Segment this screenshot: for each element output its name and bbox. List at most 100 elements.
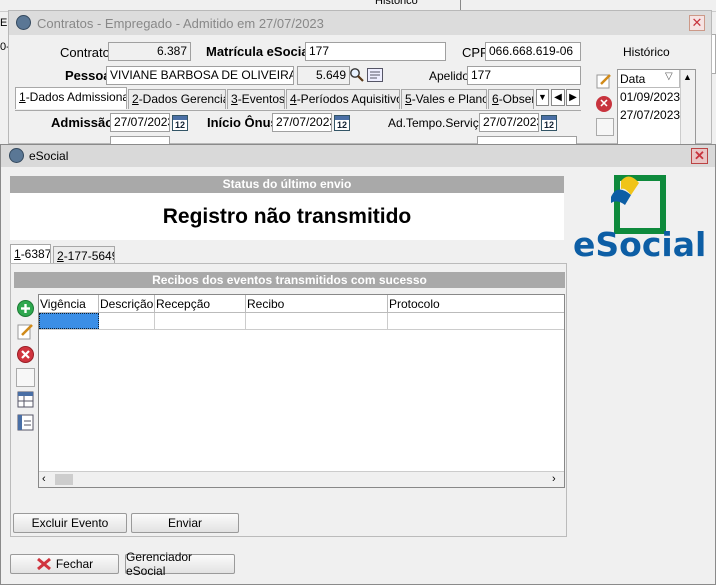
grid-cell[interactable] [99,313,155,329]
form-view-icon[interactable] [16,413,35,432]
tab-eventos[interactable]: 3-Eventos [227,89,285,109]
admissao-field[interactable]: 27/07/2023 [110,113,170,132]
apelido-field[interactable]: 177 [467,66,581,85]
ad-tempo-calendar-icon[interactable]: 12 [541,115,557,131]
excluir-evento-button[interactable]: Excluir Evento [13,513,127,533]
status-panel: Status do último envio Registro não tran… [10,176,564,240]
grid-view-icon[interactable] [16,390,35,409]
history-edit-icon[interactable] [595,72,613,90]
tab-label: -177-5649 [63,249,115,263]
search-icon[interactable] [349,67,365,83]
status-header: Status do último envio [10,176,564,193]
gerenciador-esocial-button[interactable]: Gerenciador eSocial [125,550,235,578]
tab-dados-admissionais[interactable]: 1-Dados Admissionais [15,87,127,109]
grid-horizontal-scrollbar[interactable]: ‹ › [39,471,564,487]
esocial-window: eSocial ✕ Status do último envio Registr… [0,144,716,585]
scroll-thumb[interactable] [55,474,73,485]
status-text: Registro não transmitido [162,205,412,228]
tab-scroll-right-icon[interactable]: ▶ [566,89,580,106]
column-header-vigencia[interactable]: Vigência [39,295,99,313]
scroll-right-icon[interactable]: › [552,473,556,485]
tab-label: -Períodos Aquisitivos [296,92,400,106]
cpf-field[interactable]: 066.668.619-06 [485,42,581,61]
tab-contrato-6387[interactable]: 1-6387 [10,244,51,264]
tab-label: -Dados Admissionais [25,90,127,104]
matricula-field[interactable]: 177 [305,42,446,61]
card-icon[interactable] [367,68,383,82]
pessoa-code-field[interactable]: 5.649 [297,66,350,85]
history-delete-icon[interactable]: ✕ [596,96,612,112]
contract-close-icon[interactable]: ✕ [689,15,705,31]
history-blank-button[interactable] [596,118,614,136]
inicio-onus-calendar-icon[interactable]: 12 [334,115,350,131]
tab-label: -6387 [20,247,51,261]
contract-window: Contratos - Empregado - Admitido em 27/0… [8,10,712,149]
tab-label: -Eventos [237,92,285,106]
contract-tab-strip: 1-Dados Admissionais 2-Dados Gerenciais … [15,87,581,111]
tab-matricula-177-5649[interactable]: 2-177-5649 [53,246,115,264]
close-x-icon [36,557,51,571]
fechar-label: Fechar [55,557,94,571]
app-logo-icon [16,15,31,30]
admissao-label: Admissão [51,115,114,130]
column-header-recepcao[interactable]: Recepção [155,295,246,313]
tab-dados-gerenciais[interactable]: 2-Dados Gerenciais [128,89,226,109]
tab-key: 3 [231,92,238,106]
edit-record-icon[interactable] [16,322,35,341]
add-record-icon[interactable] [16,299,35,318]
tab-key: 4 [290,92,297,106]
history-row[interactable]: 01/09/2023 [620,90,680,106]
pessoa-field[interactable]: VIVIANE BARBOSA DE OLIVEIRA [106,66,294,85]
receipts-grid[interactable]: Vigência Descrição Recepção Recibo Proto… [38,294,565,488]
delete-record-icon[interactable] [16,345,35,364]
enviar-button[interactable]: Enviar [131,513,239,533]
contract-window-title: Contratos - Empregado - Admitido em 27/0… [37,16,324,31]
contract-window-titlebar[interactable]: Contratos - Empregado - Admitido em 27/0… [9,11,711,35]
grid-cell[interactable] [246,313,388,329]
esocial-tab-strip: 1-6387 2-177-5649 [10,244,568,264]
column-header-recibo[interactable]: Recibo [246,295,388,313]
ad-tempo-field[interactable]: 27/07/2023 [479,113,539,132]
history-scrollbar[interactable]: ▲ [680,70,695,148]
esocial-window-title: eSocial [29,149,69,163]
contrato-field[interactable]: 6.387 [108,42,191,61]
column-header-protocolo[interactable]: Protocolo [388,295,564,313]
tab-periodos-aquisitivos[interactable]: 4-Períodos Aquisitivos [286,89,400,109]
receipts-header: Recibos dos eventos transmitidos com suc… [14,272,565,288]
grid-cell[interactable] [155,313,246,329]
grid-cell-selected[interactable] [39,313,99,329]
inicio-onus-field[interactable]: 27/07/2023 [272,113,332,132]
matricula-label: Matrícula eSocial [206,44,313,59]
grid-row[interactable] [39,313,564,330]
scroll-left-icon[interactable]: ‹ [42,473,46,485]
contrato-label: Contrato [60,45,110,60]
blank-tool-button[interactable] [16,368,35,387]
esocial-logo-text: eSocial [573,225,707,264]
tab-label: -Vales e Planos [411,92,487,106]
tab-dropdown-icon[interactable]: ▼ [536,89,549,106]
history-column-header[interactable]: Data ▽ [618,70,680,88]
historico-label: Histórico [623,45,670,59]
tab-key: 1 [19,90,26,104]
column-header-descricao[interactable]: Descrição [99,295,155,313]
tab-key: 5 [405,92,412,106]
scroll-up-icon[interactable]: ▲ [683,72,692,82]
ad-tempo-label: Ad.Tempo.Serviço [388,116,486,130]
tab-vales-planos[interactable]: 5-Vales e Planos [401,89,487,109]
inicio-onus-label: Início Ônus [207,115,278,130]
apelido-label: Apelido [429,69,470,83]
tab-key: 1 [14,247,21,261]
history-list[interactable]: Data ▽ 01/09/2023 27/07/2023 ▲ [617,69,696,149]
tab-observacoes[interactable]: 6-Obser [488,89,534,109]
esocial-logo: eSocial [573,173,707,265]
history-row[interactable]: 27/07/2023 [620,108,680,124]
pessoa-label: Pessoa [65,68,111,83]
esocial-titlebar[interactable]: eSocial ✕ [1,145,715,167]
tab-scroll-left-icon[interactable]: ◀ [551,89,565,106]
admissao-calendar-icon[interactable]: 12 [172,115,188,131]
tab-label: -Obser [498,92,534,106]
history-column-label: Data [620,72,646,86]
fechar-button[interactable]: Fechar [10,554,119,574]
esocial-close-icon[interactable]: ✕ [691,148,708,164]
background-historico-label: Histórico [375,0,418,7]
